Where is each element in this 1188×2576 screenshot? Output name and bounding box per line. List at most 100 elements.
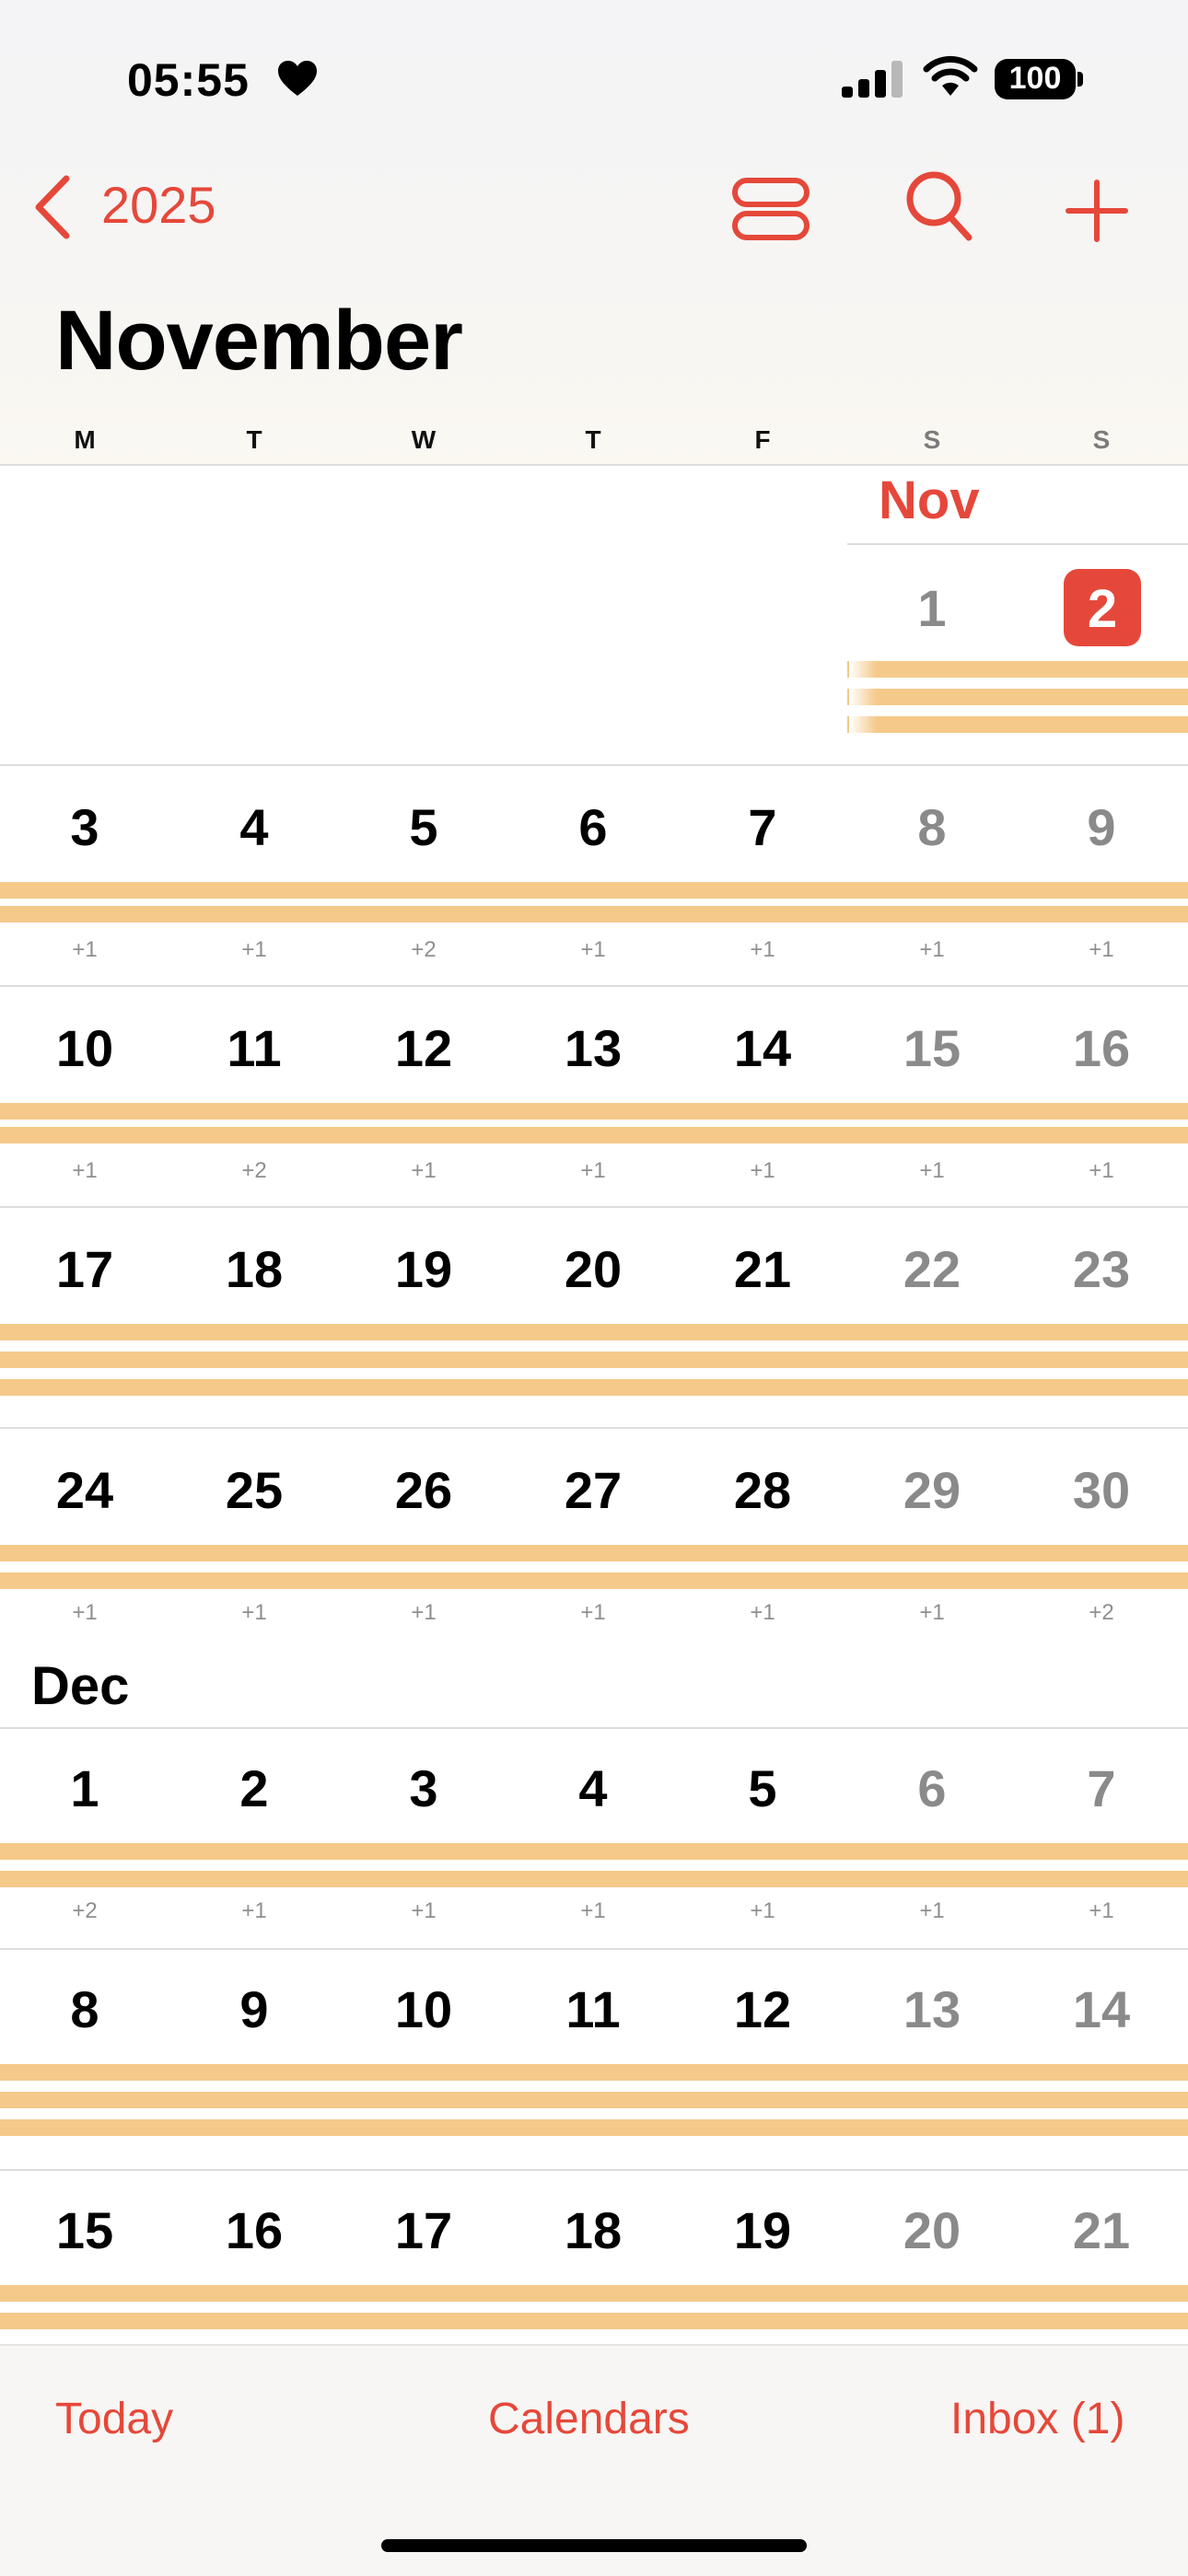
more-events-count[interactable]: +2 [387,937,460,963]
day-cell[interactable]: 24 [25,1460,145,1520]
day-cell[interactable]: 8 [872,797,992,857]
event-bar[interactable] [0,2064,1188,2081]
day-cell[interactable]: 12 [364,1018,483,1078]
more-events-count[interactable]: +1 [1065,1898,1138,1924]
day-cell[interactable]: 2 [194,1758,314,1818]
day-cell[interactable]: 16 [194,2200,314,2260]
day-cell[interactable]: 29 [872,1460,992,1520]
day-cell[interactable]: 15 [25,2200,145,2260]
day-cell[interactable]: 18 [194,1239,314,1299]
day-cell[interactable]: 28 [703,1460,822,1520]
day-cell[interactable]: 5 [703,1758,822,1818]
event-bar[interactable] [0,1871,1188,1887]
more-events-count[interactable]: +1 [48,1600,122,1626]
day-cell[interactable]: 26 [364,1460,483,1520]
day-cell[interactable]: 5 [364,797,483,857]
event-bar[interactable] [0,1324,1188,1340]
day-cell[interactable]: 27 [533,1460,653,1520]
event-bar[interactable] [0,2285,1188,2302]
more-events-count[interactable]: +1 [556,937,630,963]
day-cell[interactable]: 18 [533,2200,653,2260]
day-cell[interactable]: 11 [533,1979,653,2039]
back-year-button[interactable]: 2025 [101,175,216,235]
day-cell[interactable]: 21 [703,1239,822,1299]
day-cell[interactable]: 23 [1042,1239,1161,1299]
day-cell[interactable]: 13 [533,1018,653,1078]
day-cell[interactable]: 13 [872,1979,992,2039]
search-icon[interactable] [904,169,974,243]
view-toggle-icon[interactable] [731,175,810,243]
inbox-button[interactable]: Inbox (1) [950,2394,1124,2444]
more-events-count[interactable]: +1 [217,1600,291,1626]
day-cell[interactable]: 20 [872,2200,992,2260]
calendars-button[interactable]: Calendars [488,2394,690,2444]
more-events-count[interactable]: +1 [726,1158,799,1184]
event-bar[interactable] [0,1545,1188,1561]
event-bar[interactable] [0,1379,1188,1396]
more-events-count[interactable]: +1 [895,1898,969,1924]
event-bar[interactable] [0,1103,1188,1120]
more-events-count[interactable]: +1 [895,1158,969,1184]
day-cell[interactable]: 10 [25,1018,145,1078]
event-bar[interactable] [0,906,1188,922]
more-events-count[interactable]: +1 [726,1600,799,1626]
more-events-count[interactable]: +1 [726,1898,799,1924]
day-cell[interactable]: 17 [364,2200,483,2260]
day-cell[interactable]: 19 [364,1239,483,1299]
more-events-count[interactable]: +1 [726,937,799,963]
more-events-count[interactable]: +1 [556,1158,630,1184]
day-cell[interactable]: 4 [533,1758,653,1818]
day-cell[interactable]: 8 [25,1979,145,2039]
more-events-count[interactable]: +2 [1065,1600,1138,1626]
more-events-count[interactable]: +1 [48,937,122,963]
day-cell[interactable]: 12 [703,1979,822,2039]
day-cell[interactable]: 14 [1042,1979,1161,2039]
day-cell[interactable]: 7 [1042,1758,1161,1818]
day-cell[interactable]: 16 [1042,1018,1161,1078]
more-events-count[interactable]: +1 [895,937,969,963]
day-cell[interactable]: 9 [194,1979,314,2039]
event-bar[interactable] [847,661,1188,678]
day-cell[interactable]: 1 [872,578,992,638]
plus-icon[interactable] [1065,179,1129,243]
more-events-count[interactable]: +1 [556,1898,630,1924]
more-events-count[interactable]: +2 [48,1898,122,1924]
event-bar[interactable] [847,689,1188,705]
day-cell[interactable]: 19 [703,2200,822,2260]
more-events-count[interactable]: +1 [387,1898,460,1924]
day-cell[interactable]: 3 [25,797,145,857]
event-bar[interactable] [0,1843,1188,1860]
day-cell[interactable]: 30 [1042,1460,1161,1520]
day-cell[interactable]: 9 [1042,797,1161,857]
day-cell[interactable]: 3 [364,1758,483,1818]
day-cell[interactable]: 10 [364,1979,483,2039]
day-cell[interactable]: 1 [25,1758,145,1818]
day-cell[interactable]: 15 [872,1018,992,1078]
event-bar[interactable] [0,2313,1188,2329]
day-cell[interactable]: 6 [872,1758,992,1818]
today-badge[interactable]: 2 [1064,569,1141,646]
more-events-count[interactable]: +1 [895,1600,969,1626]
day-cell[interactable]: 6 [533,797,653,857]
event-bar[interactable] [0,882,1188,899]
day-cell[interactable]: 25 [194,1460,314,1520]
more-events-count[interactable]: +1 [556,1600,630,1626]
day-cell[interactable]: 22 [872,1239,992,1299]
chevron-left-icon[interactable] [31,173,76,241]
event-bar[interactable] [0,1127,1188,1143]
event-bar[interactable] [847,716,1188,733]
event-bar[interactable] [0,1572,1188,1589]
event-bar[interactable] [0,2119,1188,2136]
more-events-count[interactable]: +1 [387,1158,460,1184]
event-bar[interactable] [0,2092,1188,2108]
day-cell[interactable]: 21 [1042,2200,1161,2260]
day-cell[interactable]: 14 [703,1018,822,1078]
more-events-count[interactable]: +2 [217,1158,291,1184]
more-events-count[interactable]: +1 [1065,937,1138,963]
day-cell[interactable]: 4 [194,797,314,857]
more-events-count[interactable]: +1 [48,1158,122,1184]
more-events-count[interactable]: +1 [1065,1158,1138,1184]
today-button[interactable]: Today [55,2394,173,2444]
more-events-count[interactable]: +1 [217,1898,291,1924]
day-cell[interactable]: 11 [194,1018,314,1078]
